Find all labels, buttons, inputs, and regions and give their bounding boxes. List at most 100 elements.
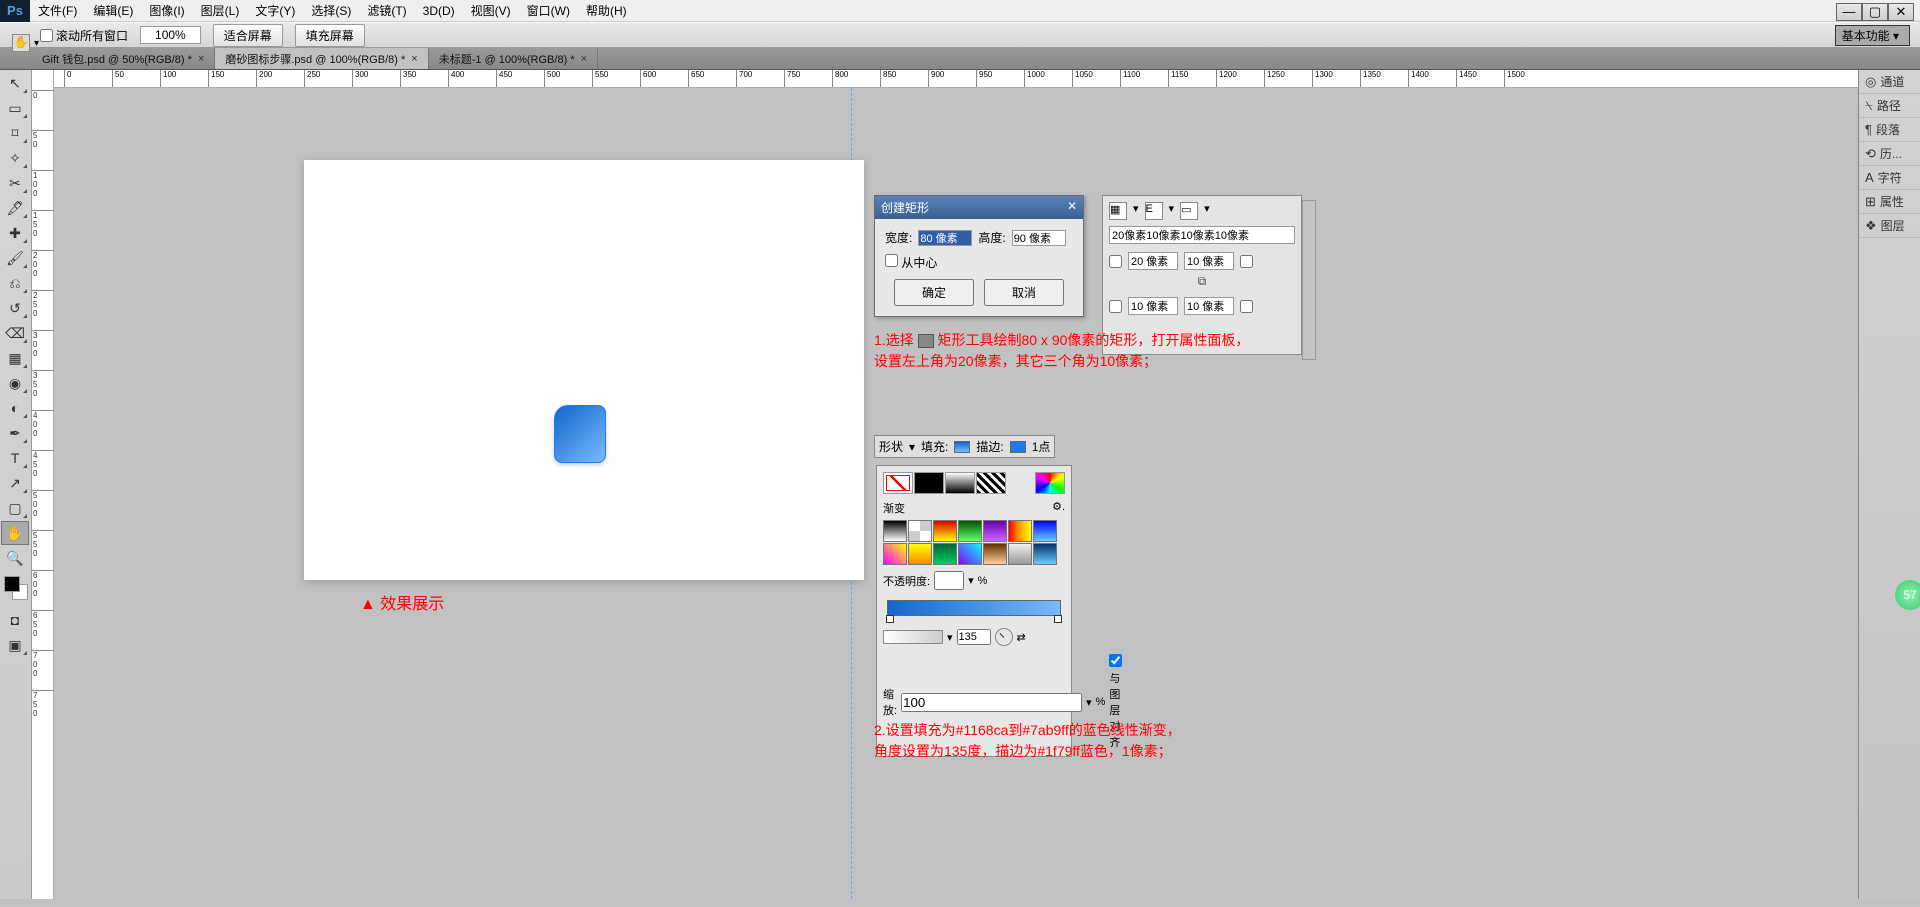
br-value[interactable] (1184, 297, 1234, 315)
panel-channels[interactable]: ◎通道 (1859, 70, 1920, 94)
ok-button[interactable]: 确定 (894, 279, 974, 306)
tl-check[interactable] (1109, 255, 1122, 268)
close-button[interactable]: ✕ (1888, 3, 1914, 21)
scroll-all-check[interactable]: 滚动所有窗口 (40, 27, 128, 44)
cancel-button[interactable]: 取消 (984, 279, 1064, 306)
tr-check[interactable] (1240, 255, 1253, 268)
menu-type[interactable]: 文字(Y) (247, 0, 303, 21)
blur-tool[interactable]: ◉ (1, 371, 29, 395)
dodge-tool[interactable]: ◐ (1, 396, 29, 420)
menu-window[interactable]: 窗口(W) (519, 0, 578, 21)
grad-preset[interactable] (908, 543, 932, 565)
panel-paths[interactable]: ⍀路径 (1859, 94, 1920, 118)
grad-preset[interactable] (1033, 520, 1057, 542)
menu-edit[interactable]: 编辑(E) (85, 0, 141, 21)
grad-preset[interactable] (883, 543, 907, 565)
hand-tool[interactable]: ✋ (1, 521, 29, 545)
close-tab-icon[interactable]: × (581, 53, 587, 65)
gradient-tool[interactable]: ▦ (1, 346, 29, 370)
brush-tool[interactable]: 🖌 (1, 246, 29, 270)
reverse-icon[interactable]: ⇄ (1017, 631, 1026, 644)
width-input[interactable] (918, 230, 972, 246)
grad-preset[interactable] (983, 520, 1007, 542)
panel-properties[interactable]: ⊞属性 (1859, 190, 1920, 214)
grad-preset[interactable] (1008, 543, 1032, 565)
color-swatches[interactable] (4, 576, 27, 602)
lasso-tool[interactable]: ⌑ (1, 121, 29, 145)
history-brush-tool[interactable]: ↺ (1, 296, 29, 320)
type-tool[interactable]: T (1, 446, 29, 470)
zoom-tool[interactable]: 🔍 (1, 546, 29, 570)
br-check[interactable] (1240, 300, 1253, 313)
panel-character[interactable]: A字符 (1859, 166, 1920, 190)
doc-tab-3[interactable]: 未标题-1 @ 100%(RGB/8) *× (429, 48, 598, 69)
marquee-tool[interactable]: ▭ (1, 96, 29, 120)
zoom-value[interactable]: 100% (140, 26, 201, 44)
grad-preset[interactable] (1008, 520, 1032, 542)
heal-tool[interactable]: ✚ (1, 221, 29, 245)
quickmask-tool[interactable]: ◘ (1, 608, 29, 632)
gradient-bar[interactable] (887, 600, 1061, 616)
menu-file[interactable]: 文件(F) (30, 0, 85, 21)
from-center-check[interactable]: 从中心 (885, 254, 937, 271)
workspace-preset[interactable]: 基本功能 ▾ (1835, 25, 1910, 46)
bl-value[interactable] (1128, 297, 1178, 315)
panel-paragraph[interactable]: ¶段落 (1859, 118, 1920, 142)
menu-3d[interactable]: 3D(D) (415, 0, 463, 21)
bl-check[interactable] (1109, 300, 1122, 313)
dialog-title-bar[interactable]: 创建矩形 ✕ (875, 196, 1083, 219)
grad-preset[interactable] (958, 543, 982, 565)
grad-preset[interactable] (1033, 543, 1057, 565)
doc-tab-2[interactable]: 磨砂图标步骤.psd @ 100%(RGB/8) *× (215, 48, 428, 69)
grad-preset[interactable] (958, 520, 982, 542)
grad-preset[interactable] (908, 520, 932, 542)
menu-help[interactable]: 帮助(H) (578, 0, 635, 21)
grad-preset[interactable] (933, 543, 957, 565)
align-icon[interactable]: ▭ (1180, 202, 1198, 220)
gradient-stop[interactable] (886, 615, 894, 623)
gradient-stop[interactable] (1054, 615, 1062, 623)
menu-filter[interactable]: 滤镜(T) (359, 0, 414, 21)
opacity-input[interactable] (934, 571, 964, 590)
close-icon[interactable]: ✕ (1067, 199, 1077, 216)
eyedropper-tool[interactable]: 🖋 (1, 196, 29, 220)
pattern-fill[interactable] (976, 472, 1006, 494)
grad-type[interactable] (883, 630, 943, 644)
gear-icon[interactable]: ⚙. (1052, 500, 1065, 516)
gradient-fill[interactable] (945, 472, 975, 494)
blue-rounded-rect[interactable] (554, 405, 606, 463)
eraser-tool[interactable]: ⌫ (1, 321, 29, 345)
menu-view[interactable]: 视图(V) (463, 0, 519, 21)
tr-value[interactable] (1184, 252, 1234, 270)
tl-value[interactable] (1128, 252, 1178, 270)
menu-image[interactable]: 图像(I) (141, 0, 192, 21)
panel-history[interactable]: ⟲历... (1859, 142, 1920, 166)
stamp-tool[interactable]: ⎌ (1, 271, 29, 295)
grad-preset[interactable] (983, 543, 1007, 565)
path-select-tool[interactable]: ↗ (1, 471, 29, 495)
close-tab-icon[interactable]: × (198, 53, 204, 65)
close-tab-icon[interactable]: × (411, 53, 417, 65)
scale-input[interactable] (901, 693, 1082, 712)
none-fill[interactable] (883, 472, 913, 494)
move-tool[interactable]: ↖ (1, 71, 29, 95)
fit-screen-button[interactable]: 适合屏幕 (213, 24, 283, 47)
shape-tool[interactable]: ▢ (1, 496, 29, 520)
angle-input[interactable] (957, 629, 991, 645)
screenmode-tool[interactable]: ▣ (1, 633, 29, 657)
minimize-button[interactable]: — (1836, 3, 1862, 21)
corners-summary[interactable] (1109, 226, 1295, 244)
menu-layer[interactable]: 图层(L) (193, 0, 248, 21)
pen-tool[interactable]: ✒ (1, 421, 29, 445)
doc-tab-1[interactable]: Gift 钱包.psd @ 50%(RGB/8) *× (32, 48, 215, 69)
fill-screen-button[interactable]: 填充屏幕 (295, 24, 365, 47)
grad-preset[interactable] (933, 520, 957, 542)
solid-fill[interactable] (914, 472, 944, 494)
grad-preset[interactable] (883, 520, 907, 542)
notification-bubble[interactable]: 57 (1895, 580, 1920, 610)
panel-layers[interactable]: ❖图层 (1859, 214, 1920, 238)
angle-dial[interactable] (995, 628, 1013, 646)
height-input[interactable] (1012, 230, 1066, 246)
maximize-button[interactable]: ▢ (1862, 3, 1888, 21)
align-icon[interactable]: E (1145, 202, 1163, 220)
